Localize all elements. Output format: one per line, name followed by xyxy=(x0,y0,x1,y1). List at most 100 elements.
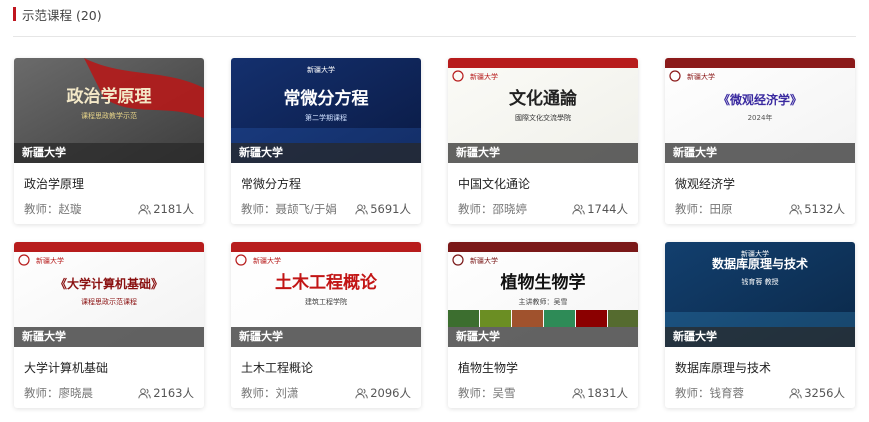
plant-photo xyxy=(512,310,543,327)
course-title[interactable]: 数据库原理与技术 xyxy=(675,360,855,376)
people-icon xyxy=(789,387,803,398)
cover-logo-text: 新疆大学 xyxy=(307,65,335,74)
course-card[interactable]: 新疆大学 常微分方程 第二学期课程 新疆大学 常微分方程 教师：聂颉飞/于娟 5691人 xyxy=(231,58,421,224)
cover-logo-text: 新疆大学 xyxy=(687,72,715,81)
course-teacher: 教师：廖晓晨 xyxy=(24,386,93,400)
cover-subtitle: 课程思政示范课程 xyxy=(81,297,137,306)
school-label: 新疆大学 xyxy=(231,143,421,163)
school-label: 新疆大学 xyxy=(14,327,204,347)
course-card[interactable]: 新疆大学 《大学计算机基础》 课程思政示范课程 新疆大学 大学计算机基础 教师：廖晓晨… xyxy=(14,242,204,408)
student-count-value: 2096人 xyxy=(370,386,411,400)
course-title[interactable]: 植物生物学 xyxy=(458,360,638,376)
course-title[interactable]: 政治学原理 xyxy=(24,176,204,192)
school-label: 新疆大学 xyxy=(665,327,855,347)
people-icon xyxy=(789,203,803,214)
course-title[interactable]: 中国文化通论 xyxy=(458,176,638,192)
section-divider xyxy=(13,36,856,37)
course-title[interactable]: 常微分方程 xyxy=(241,176,421,192)
course-cover-image[interactable]: 新疆大学 土木工程概论 建筑工程学院 新疆大学 xyxy=(231,242,421,347)
plant-photo xyxy=(448,310,479,327)
cover-subtitle: 2024年 xyxy=(748,113,773,122)
plant-photo xyxy=(576,310,607,327)
school-label: 新疆大学 xyxy=(231,327,421,347)
course-teacher: 教师：邵晓婷 xyxy=(458,202,527,216)
people-icon xyxy=(138,387,152,398)
student-count: 5132人 xyxy=(789,201,845,217)
course-teacher: 教师：赵璇 xyxy=(24,202,82,216)
people-icon xyxy=(355,203,369,214)
plant-photo xyxy=(480,310,511,327)
cover-subtitle: 课程思政教学示范 xyxy=(81,111,137,120)
course-teacher: 教师：钱育蓉 xyxy=(675,386,744,400)
cover-logo-text: 新疆大学 xyxy=(470,72,498,81)
plant-photo xyxy=(544,310,575,327)
people-icon xyxy=(572,203,586,214)
course-teacher: 教师：聂颉飞/于娟 xyxy=(241,202,337,216)
school-label: 新疆大学 xyxy=(14,143,204,163)
school-label: 新疆大学 xyxy=(448,327,638,347)
people-icon xyxy=(572,387,586,398)
cover-title-art: 文化通論 xyxy=(509,88,578,109)
cover-title-art: 《微观经济学》 xyxy=(718,92,802,107)
cover-subtitle: 建筑工程学院 xyxy=(305,297,347,306)
course-grid: 政治学原理 课程思政教学示范 新疆大学 政治学原理 教师：赵璇 2181人 新疆大学常… xyxy=(14,58,855,408)
course-card[interactable]: 新疆大学 数据库原理与技术 钱育蓉 教授 新疆大学 数据库原理与技术 教师：钱育蓉 32… xyxy=(665,242,855,408)
cover-header-bar xyxy=(448,58,638,68)
student-count-value: 5132人 xyxy=(804,202,845,216)
student-count-value: 1744人 xyxy=(587,202,628,216)
course-title[interactable]: 土木工程概论 xyxy=(241,360,421,376)
student-count: 2181人 xyxy=(138,201,194,217)
course-card[interactable]: 新疆大学 《微观经济学》 2024年 新疆大学 微观经济学 教师：田原 5132人 xyxy=(665,58,855,224)
student-count: 1831人 xyxy=(572,385,628,401)
cover-header-bar xyxy=(448,242,638,252)
course-cover-image[interactable]: 政治学原理课程思政教学示范新疆大学 xyxy=(14,58,204,163)
course-teacher: 教师：刘潇 xyxy=(241,386,299,400)
cover-header-bar xyxy=(231,242,421,252)
course-card[interactable]: 政治学原理 课程思政教学示范 新疆大学 政治学原理 教师：赵璇 2181人 xyxy=(14,58,204,224)
cover-logo-text: 新疆大学 xyxy=(470,256,498,265)
course-teacher: 教师：吴雪 xyxy=(458,386,516,400)
school-label: 新疆大学 xyxy=(448,143,638,163)
cover-title-art: 土木工程概论 xyxy=(275,272,378,293)
cover-title-art: 政治学原理 xyxy=(67,86,152,107)
course-cover-image[interactable]: 新疆大学 植物生物学 主讲教师：吴雪 新疆大学 xyxy=(448,242,638,347)
student-count-value: 3256人 xyxy=(804,386,845,400)
section-header: 示范课程 (20) xyxy=(13,0,102,28)
student-count-value: 1831人 xyxy=(587,386,628,400)
cover-header-bar xyxy=(665,58,855,68)
course-card[interactable]: 新疆大学 土木工程概论 建筑工程学院 新疆大学 土木工程概论 教师：刘潇 2096人 xyxy=(231,242,421,408)
cover-logo-text: 新疆大学 xyxy=(253,256,281,265)
cover-subtitle: 國際文化交流學院 xyxy=(515,113,571,122)
people-icon xyxy=(355,387,369,398)
course-card[interactable]: 新疆大学 植物生物学 主讲教师：吴雪 新疆大学 植物生物学 教师：吴雪 1831人 xyxy=(448,242,638,408)
cover-title-art: 常微分方程 xyxy=(284,88,369,109)
course-cover-image[interactable]: 新疆大学 《微观经济学》 2024年 新疆大学 xyxy=(665,58,855,163)
plant-photo xyxy=(608,310,638,327)
course-card[interactable]: 新疆大学 文化通論 國際文化交流學院 新疆大学 中国文化通论 教师：邵晓婷 1744人 xyxy=(448,58,638,224)
cover-title-art: 《大学计算机基础》 xyxy=(55,276,163,291)
people-icon xyxy=(138,203,152,214)
student-count: 2163人 xyxy=(138,385,194,401)
cover-subtitle: 主讲教师：吴雪 xyxy=(519,297,568,306)
cover-title-art: 数据库原理与技术 xyxy=(712,256,808,271)
course-teacher: 教师：田原 xyxy=(675,202,733,216)
cover-subtitle: 第二学期课程 xyxy=(305,113,347,122)
student-count-value: 5691人 xyxy=(370,202,411,216)
course-cover-image[interactable]: 新疆大学 常微分方程 第二学期课程 新疆大学 xyxy=(231,58,421,163)
student-count: 5691人 xyxy=(355,201,411,217)
course-title[interactable]: 大学计算机基础 xyxy=(24,360,204,376)
cover-subtitle: 钱育蓉 教授 xyxy=(741,277,778,286)
course-cover-image[interactable]: 新疆大学 文化通論 國際文化交流學院 新疆大学 xyxy=(448,58,638,163)
cover-logo-text: 新疆大学 xyxy=(36,256,64,265)
student-count: 2096人 xyxy=(355,385,411,401)
section-accent-bar xyxy=(13,7,16,21)
cover-header-bar xyxy=(14,242,204,252)
course-title[interactable]: 微观经济学 xyxy=(675,176,855,192)
cover-title-art: 植物生物学 xyxy=(501,272,586,293)
student-count-value: 2163人 xyxy=(153,386,194,400)
course-cover-image[interactable]: 新疆大学 数据库原理与技术 钱育蓉 教授 新疆大学 xyxy=(665,242,855,347)
course-cover-image[interactable]: 新疆大学 《大学计算机基础》 课程思政示范课程 新疆大学 xyxy=(14,242,204,347)
student-count: 3256人 xyxy=(789,385,845,401)
school-label: 新疆大学 xyxy=(665,143,855,163)
section-title: 示范课程 (20) xyxy=(22,7,102,23)
